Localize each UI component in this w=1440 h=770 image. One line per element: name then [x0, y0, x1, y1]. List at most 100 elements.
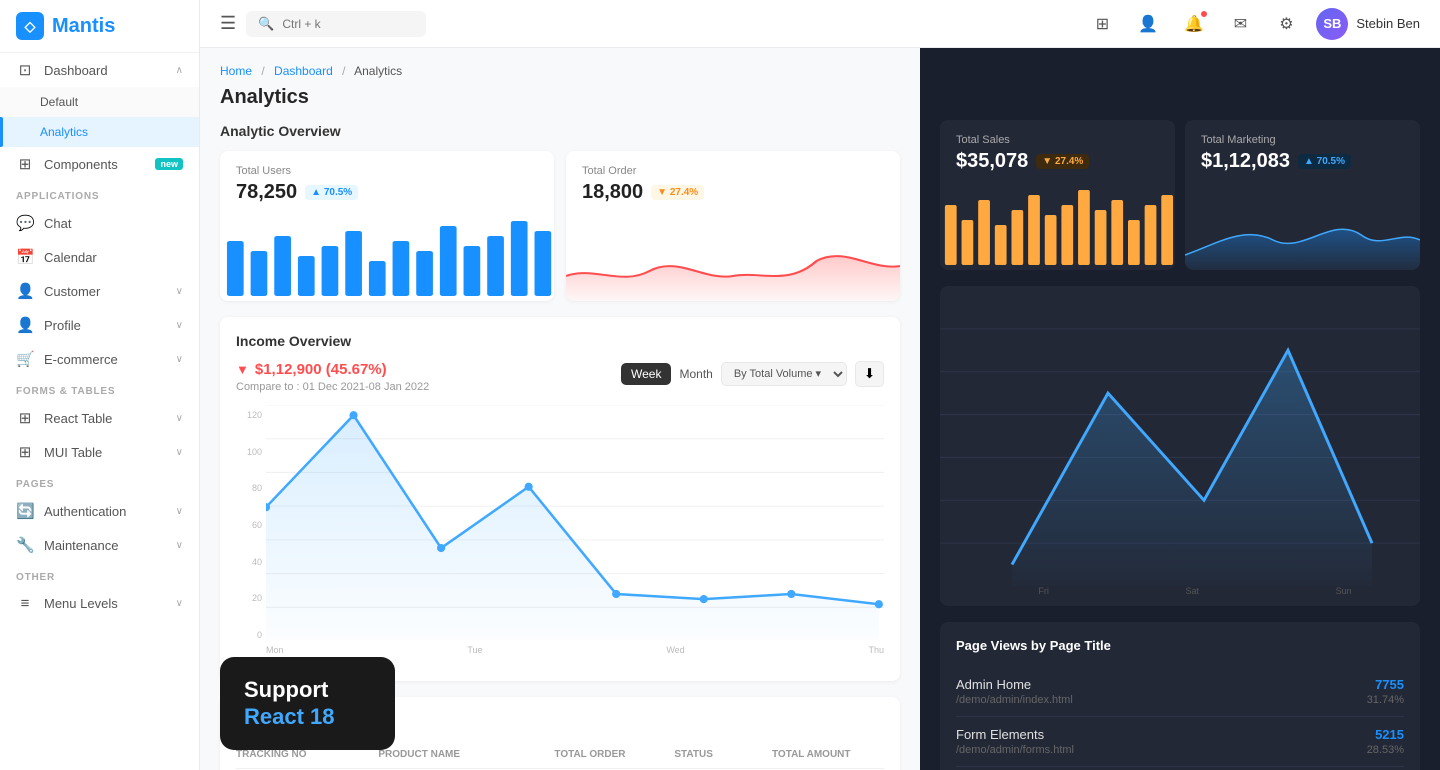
section-other: Other — [0, 562, 199, 587]
dark-marketing-value: $1,12,083 ▲ 70.5% — [1201, 150, 1404, 173]
main-wrap: ☰ 🔍 ⊞ 👤 🔔 ✉ ⚙ SB Stebin Ben Ho — [200, 0, 1440, 770]
ecommerce-icon: 🛒 — [16, 350, 34, 368]
sidebar-item-maintenance[interactable]: 🔧 Maintenance ∨ — [0, 528, 199, 562]
breadcrumb-dashboard[interactable]: Dashboard — [274, 64, 333, 78]
stat-card-order: Total Order 18,800 ▼ 27.4% — [566, 151, 900, 301]
settings-icon[interactable]: ⚙ — [1270, 8, 1302, 40]
sidebar-components-label: Components — [44, 157, 145, 172]
table-header: TRACKING NO PRODUCT NAME TOTAL ORDER STA… — [236, 741, 884, 769]
sidebar-item-dashboard[interactable]: ⊡ Dashboard ∧ — [0, 53, 199, 87]
week-button[interactable]: Week — [621, 363, 671, 385]
dark-panel: Total Sales $35,078 ▼ 27.4% — [920, 48, 1440, 770]
sidebar-default-label: Default — [40, 95, 183, 109]
col-total-order: TOTAL ORDER — [554, 749, 666, 760]
components-badge: new — [155, 158, 183, 170]
search-bar: 🔍 — [246, 11, 426, 37]
sidebar-menu-levels-label: Menu Levels — [44, 596, 166, 611]
sidebar-item-menu-levels[interactable]: ≡ Menu Levels ∨ — [0, 587, 199, 620]
profile-icon: 👤 — [16, 316, 34, 334]
dark-sales-label: Total Sales — [956, 134, 1159, 146]
stat-card-users: Total Users 78,250 ▲ 70.5% — [220, 151, 554, 301]
sidebar-customer-label: Customer — [44, 284, 166, 299]
stat-users-chart — [220, 216, 554, 301]
sidebar-item-customer[interactable]: 👤 Customer ∨ — [0, 274, 199, 308]
dark-income-card: Fri Sat Sun — [940, 286, 1420, 606]
download-button[interactable]: ⬇ — [855, 361, 884, 387]
notification-badge — [1200, 10, 1208, 18]
sidebar-item-chat[interactable]: 💬 Chat — [0, 206, 199, 240]
dark-sales-value: $35,078 ▼ 27.4% — [956, 150, 1159, 173]
sidebar-item-react-table[interactable]: ⊞ React Table ∨ — [0, 401, 199, 435]
dark-x-sat: Sat — [1185, 586, 1199, 606]
sidebar-item-calendar[interactable]: 📅 Calendar — [0, 240, 199, 274]
grid-icon[interactable]: ⊞ — [1086, 8, 1118, 40]
income-header: ▼ $1,12,900 (45.67%) Compare to : 01 Dec… — [236, 361, 884, 393]
app-name: Mantis — [52, 15, 115, 38]
maintenance-chevron: ∨ — [176, 540, 183, 551]
user-avatar-area[interactable]: SB Stebin Ben — [1316, 8, 1420, 40]
sidebar-item-analytics[interactable]: Analytics — [0, 117, 199, 147]
sidebar-item-authentication[interactable]: 🔄 Authentication ∨ — [0, 494, 199, 528]
income-controls: Week Month By Total Volume ▾ ⬇ — [621, 361, 884, 387]
sidebar-item-mui-table[interactable]: ⊞ MUI Table ∨ — [0, 435, 199, 469]
x-label-wed: Wed — [666, 645, 684, 665]
sidebar-item-profile[interactable]: 👤 Profile ∨ — [0, 308, 199, 342]
stat-order-label: Total Order — [582, 165, 884, 177]
content-area: Home / Dashboard / Analytics Analytics A… — [200, 48, 1440, 770]
col-tracking: TRACKING NO — [236, 749, 370, 760]
sidebar-react-table-label: React Table — [44, 411, 166, 426]
volume-select[interactable]: By Total Volume ▾ — [721, 362, 847, 386]
stat-order-value: 18,800 ▼ 27.4% — [582, 181, 884, 204]
ecommerce-chevron: ∨ — [176, 354, 183, 365]
page-views-card: Page Views by Page Title Admin Home /dem… — [940, 622, 1420, 770]
col-amount: TOTAL AMOUNT — [772, 749, 884, 760]
menu-levels-icon: ≡ — [16, 595, 34, 612]
light-panel: Home / Dashboard / Analytics Analytics A… — [200, 48, 920, 770]
sidebar-chat-label: Chat — [44, 216, 183, 231]
sidebar: ◇ Mantis ⊡ Dashboard ∧ Default Analytics… — [0, 0, 200, 770]
user-switch-icon[interactable]: 👤 — [1132, 8, 1164, 40]
dark-stat-sales: Total Sales $35,078 ▼ 27.4% — [940, 120, 1175, 270]
page-title: Analytics — [220, 86, 900, 109]
dark-stat-marketing: Total Marketing $1,12,083 ▲ 70.5% — [1185, 120, 1420, 270]
maintenance-icon: 🔧 — [16, 536, 34, 554]
topbar-actions: ⊞ 👤 🔔 ✉ ⚙ SB Stebin Ben — [1086, 8, 1420, 40]
month-button[interactable]: Month — [679, 367, 712, 381]
sidebar-ecommerce-label: E-commerce — [44, 352, 166, 367]
recent-orders-card: Recent Orders TRACKING NO PRODUCT NAME T… — [220, 697, 900, 770]
sidebar-auth-label: Authentication — [44, 504, 166, 519]
sidebar-item-components[interactable]: ⊞ Components new — [0, 147, 199, 181]
x-label-thu: Thu — [868, 645, 884, 665]
income-chart: 120 100 80 60 40 20 0 — [236, 405, 884, 665]
sidebar-item-default[interactable]: Default — [0, 87, 199, 117]
search-input[interactable] — [282, 17, 402, 31]
stat-users-label: Total Users — [236, 165, 538, 177]
dark-marketing-label: Total Marketing — [1201, 134, 1404, 146]
topbar: ☰ 🔍 ⊞ 👤 🔔 ✉ ⚙ SB Stebin Ben — [200, 0, 1440, 48]
pv-item-0: Admin Home /demo/admin/index.html 7755 3… — [956, 667, 1404, 717]
sidebar-calendar-label: Calendar — [44, 250, 183, 265]
mui-table-icon: ⊞ — [16, 443, 34, 461]
chat-icon: 💬 — [16, 214, 34, 232]
auth-icon: 🔄 — [16, 502, 34, 520]
col-product: PRODUCT NAME — [378, 749, 546, 760]
section-forms-tables: Forms & Tables — [0, 376, 199, 401]
dark-stats-row: Total Sales $35,078 ▼ 27.4% — [940, 120, 1420, 270]
mail-icon[interactable]: ✉ — [1224, 8, 1256, 40]
col-status: STATUS — [674, 749, 764, 760]
income-title: Income Overview — [236, 333, 884, 349]
sidebar-item-ecommerce[interactable]: 🛒 E-commerce ∨ — [0, 342, 199, 376]
notification-icon[interactable]: 🔔 — [1178, 8, 1210, 40]
search-icon: 🔍 — [258, 16, 274, 32]
breadcrumb-home[interactable]: Home — [220, 64, 252, 78]
calendar-icon: 📅 — [16, 248, 34, 266]
sidebar-analytics-label: Analytics — [40, 125, 183, 139]
sidebar-mui-table-label: MUI Table — [44, 445, 166, 460]
income-value: ▼ $1,12,900 (45.67%) — [236, 361, 429, 378]
section-applications: Applications — [0, 181, 199, 206]
sidebar-logo[interactable]: ◇ Mantis — [0, 0, 199, 53]
menu-toggle-icon[interactable]: ☰ — [220, 13, 236, 34]
income-card: Income Overview ▼ $1,12,900 (45.67%) Com… — [220, 317, 900, 681]
react-table-chevron: ∨ — [176, 413, 183, 424]
components-icon: ⊞ — [16, 155, 34, 173]
